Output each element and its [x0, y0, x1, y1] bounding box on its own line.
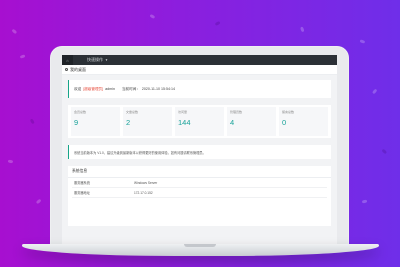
home-icon[interactable]: ⌂ [62, 55, 73, 65]
background-leaf [381, 148, 388, 154]
welcome-banner: 欢迎 [超级管理员] admin 当前时间： 2020-11-10 15:54:… [68, 80, 331, 98]
info-row: 服务器系统 Windows Server [72, 178, 327, 188]
admin-screen: ⌂ 快速操作 ▼ 我的桌面 欢迎 [超级管理员] admin 当前时间： 202… [62, 55, 337, 246]
background-leaf [371, 88, 378, 94]
background-leaf [361, 199, 368, 204]
circle-icon [65, 68, 68, 71]
stat-value: 2 [126, 118, 131, 127]
notice-banner: 系统当前版本为 V1.0，建议升级到最新版本以获得更好的使用体验，如有问题请联系… [68, 145, 331, 159]
info-row: 服务器地址 172.17.0.152 [72, 188, 327, 198]
background-leaf [11, 28, 18, 34]
stat-label: 管理员数 [230, 110, 243, 114]
system-info-panel: 系统信息 服务器系统 Windows Server 服务器地址 172.17.0… [68, 166, 331, 226]
stat-card[interactable]: 文章总数 2 [123, 107, 172, 136]
user-name: admin [105, 87, 115, 91]
laptop-frame: ⌂ 快速操作 ▼ 我的桌面 欢迎 [超级管理员] admin 当前时间： 202… [50, 46, 349, 246]
login-label: 当前时间： [121, 86, 140, 91]
stat-value: 0 [282, 118, 287, 127]
background-leaf [30, 118, 35, 125]
info-key: 服务器系统 [74, 181, 90, 185]
caret-down-icon: ▼ [105, 58, 108, 62]
stat-label: 留言总数 [282, 110, 295, 114]
background-leaf [359, 39, 366, 44]
background-leaf [214, 20, 221, 26]
background-leaf [7, 159, 14, 163]
top-nav: ⌂ 快速操作 ▼ [62, 55, 337, 65]
page-header: 我的桌面 [62, 65, 337, 75]
background-leaf [35, 198, 42, 204]
stat-card[interactable]: 会员总数 9 [71, 107, 120, 136]
stat-label: 文章总数 [126, 110, 139, 114]
info-value: 172.17.0.152 [134, 190, 153, 195]
stat-card[interactable]: 管理员数 4 [227, 107, 276, 136]
user-role: [超级管理员] [83, 86, 104, 91]
info-key: 服务器地址 [74, 191, 90, 195]
stat-card[interactable]: 访问量 144 [175, 107, 224, 136]
stats-panel: 会员总数 9 文章总数 2 访问量 144 管理员数 4 留言总数 0 [68, 105, 331, 138]
stat-value: 144 [178, 118, 191, 127]
notice-text: 系统当前版本为 V1.0，建议升级到最新版本以获得更好的使用体验，如有问题请联系… [74, 150, 206, 155]
stat-label: 访问量 [178, 110, 188, 114]
quick-actions-label: 快速操作 [87, 57, 103, 62]
stat-value: 4 [230, 118, 235, 127]
background-leaf [19, 54, 26, 59]
page-title: 我的桌面 [70, 66, 86, 72]
stat-card[interactable]: 留言总数 0 [279, 107, 328, 136]
quick-actions-menu[interactable]: 快速操作 ▼ [87, 57, 108, 63]
stat-value: 9 [74, 118, 79, 127]
background-leaf [300, 26, 305, 33]
system-info-title: 系统信息 [68, 166, 331, 178]
stat-label: 会员总数 [74, 110, 87, 114]
laptop-notch [184, 244, 216, 247]
info-value: Windows Server [134, 180, 158, 185]
login-time: 2020-11-10 15:54:14 [141, 87, 176, 91]
welcome-prefix: 欢迎 [74, 86, 82, 91]
background-leaf [149, 13, 156, 19]
